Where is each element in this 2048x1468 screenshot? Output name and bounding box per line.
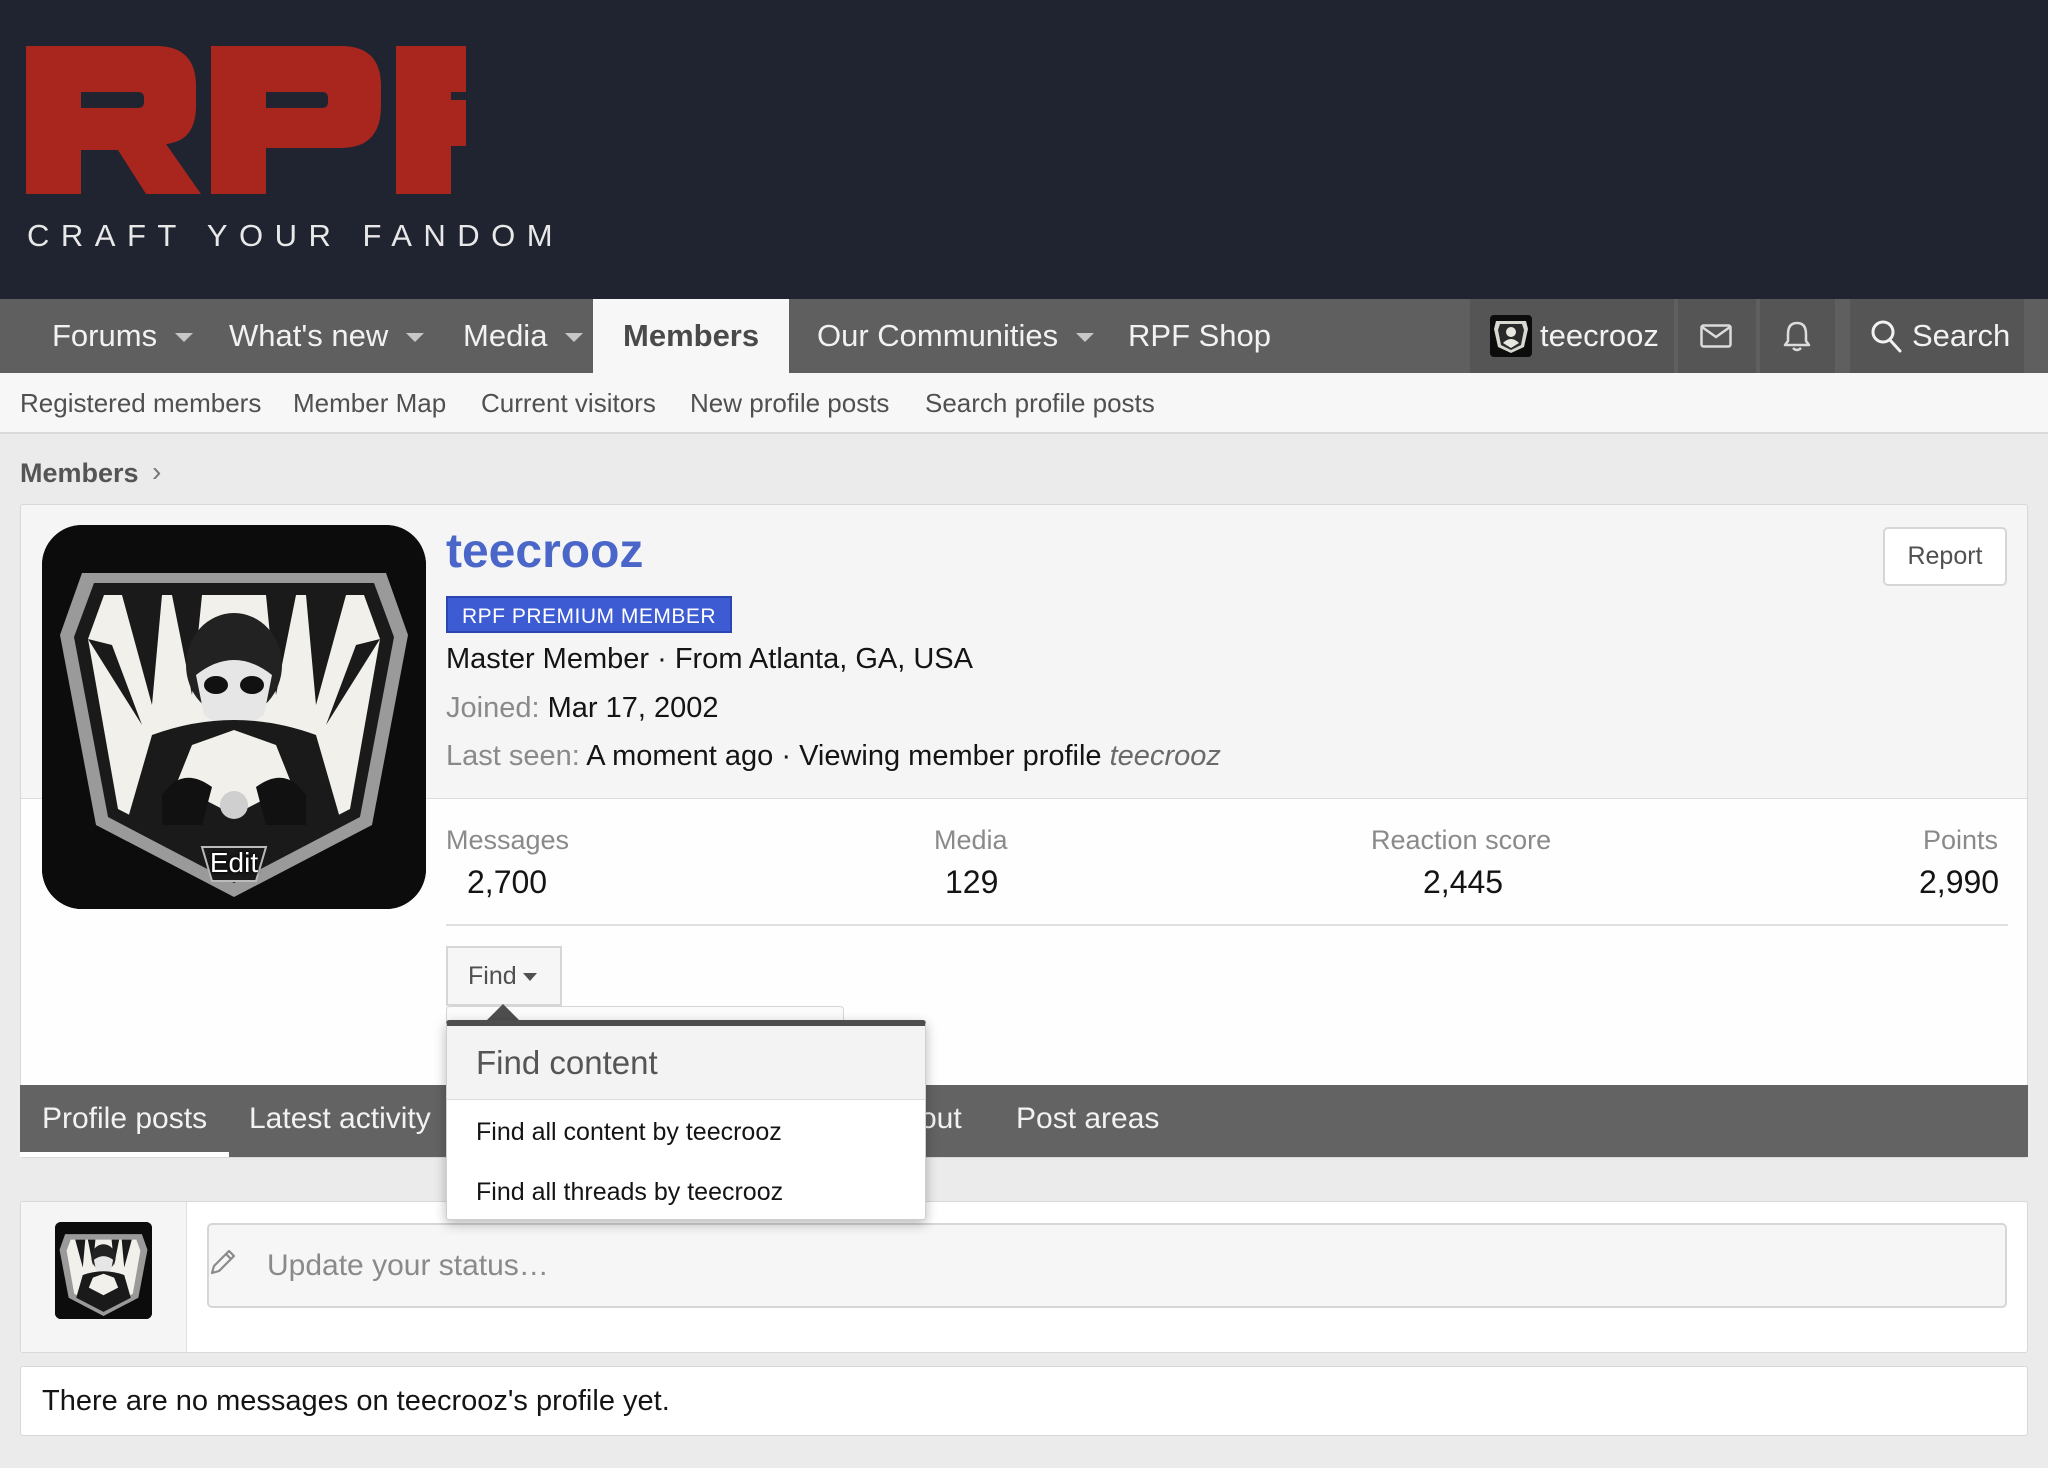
search-label: Search bbox=[1912, 318, 2011, 353]
chevron-down-icon[interactable] bbox=[175, 333, 194, 343]
chevron-down-icon[interactable] bbox=[565, 333, 584, 343]
subnav-new-profile-posts[interactable]: New profile posts bbox=[690, 373, 889, 434]
find-content-menu: Find content Find all content by teecroo… bbox=[446, 1020, 926, 1220]
search-icon bbox=[1871, 320, 1902, 353]
profile-avatar[interactable]: Edit bbox=[42, 525, 426, 909]
status-update-card: Update your status… bbox=[20, 1201, 2028, 1353]
nav-tab-label: Members bbox=[623, 318, 760, 353]
user-avatar-icon bbox=[1490, 315, 1532, 357]
caret-down-icon bbox=[522, 973, 537, 982]
pencil-icon bbox=[210, 1249, 236, 1275]
menu-item-find-all-content[interactable]: Find all content by teecrooz bbox=[476, 1118, 782, 1147]
nav-tab-whats-new[interactable]: What's new bbox=[229, 299, 425, 373]
stat-messages-label: Messages bbox=[446, 825, 570, 855]
avatar-edit-label[interactable]: Edit bbox=[42, 847, 426, 879]
last-seen-label: Last seen: bbox=[446, 740, 580, 772]
dropdown-arrow bbox=[486, 1004, 520, 1021]
joined-line: Joined: Mar 17, 2002 bbox=[446, 692, 718, 725]
find-menu-title: Find content bbox=[447, 1026, 925, 1100]
conversations-button[interactable] bbox=[1678, 299, 1756, 373]
find-button-label: Find bbox=[468, 962, 517, 990]
nav-username: teecrooz bbox=[1540, 318, 1659, 353]
last-seen-line: Last seen: A moment ago · Viewing member… bbox=[446, 740, 1221, 773]
avatar-image bbox=[55, 1222, 152, 1319]
last-seen-target-link[interactable]: teecrooz bbox=[1110, 740, 1221, 772]
status-avatar[interactable] bbox=[55, 1222, 152, 1319]
joined-value: Mar 17, 2002 bbox=[547, 692, 719, 724]
report-button[interactable]: Report bbox=[1883, 527, 2007, 586]
nav-tab-forums[interactable]: Forums bbox=[52, 299, 194, 373]
status-avatar-column bbox=[21, 1202, 187, 1352]
main-nav: Forums What's new Media Members Our Comm… bbox=[0, 299, 2048, 373]
stat-reaction-value: 2,445 bbox=[1423, 864, 1504, 900]
chevron-down-icon[interactable] bbox=[1076, 333, 1095, 343]
nav-tab-rpf-shop[interactable]: RPF Shop bbox=[1128, 299, 1271, 373]
profile-tabs: Profile posts Latest activity out Post a… bbox=[20, 1085, 2028, 1157]
nav-tab-label: RPF Shop bbox=[1128, 318, 1272, 353]
rpf-logo[interactable] bbox=[26, 46, 466, 206]
tab-latest-activity[interactable]: Latest activity bbox=[249, 1085, 431, 1157]
sub-nav: Registered members Member Map Current vi… bbox=[0, 373, 2048, 434]
status-input[interactable]: Update your status… bbox=[207, 1223, 2007, 1308]
nav-tab-label: What's new bbox=[229, 318, 389, 353]
subnav-registered-members[interactable]: Registered members bbox=[20, 373, 261, 434]
logo-tagline: CRAFT YOUR FANDOM bbox=[27, 218, 565, 253]
stat-media-value[interactable]: 129 bbox=[945, 864, 998, 901]
tab-profile-posts[interactable]: Profile posts bbox=[20, 1085, 230, 1157]
search-button[interactable]: Search bbox=[1850, 299, 2024, 373]
last-seen-value: A moment ago · Viewing member profile bbox=[586, 740, 1102, 772]
joined-label: Joined: bbox=[446, 692, 540, 724]
stat-reaction-label: Reaction score bbox=[1371, 825, 1552, 855]
nav-tab-label: Forums bbox=[52, 318, 158, 353]
nav-tab-media[interactable]: Media bbox=[463, 299, 584, 373]
stat-points-label: Points bbox=[1923, 825, 1999, 855]
nav-tab-our-communities[interactable]: Our Communities bbox=[817, 299, 1095, 373]
tab-post-areas[interactable]: Post areas bbox=[1016, 1085, 1159, 1157]
bell-icon bbox=[1783, 321, 1811, 352]
nav-tab-members[interactable]: Members bbox=[593, 299, 790, 373]
stat-points-value[interactable]: 2,990 bbox=[1919, 864, 1999, 901]
menu-item-find-all-threads[interactable]: Find all threads by teecrooz bbox=[476, 1178, 783, 1207]
subnav-member-map[interactable]: Member Map bbox=[293, 373, 446, 434]
chevron-right-icon: › bbox=[152, 456, 162, 487]
alerts-button[interactable] bbox=[1760, 299, 1835, 373]
no-messages-notice: There are no messages on teecrooz's prof… bbox=[20, 1366, 2028, 1436]
subnav-search-profile-posts[interactable]: Search profile posts bbox=[925, 373, 1155, 434]
site-header: CRAFT YOUR FANDOM bbox=[0, 0, 2048, 299]
member-title-location: Master Member · From Atlanta, GA, USA bbox=[446, 643, 973, 675]
profile-username[interactable]: teecrooz bbox=[446, 524, 643, 579]
breadcrumb-members[interactable]: Members bbox=[20, 458, 139, 489]
find-button[interactable]: Find bbox=[446, 946, 562, 1006]
stat-media-label: Media bbox=[934, 825, 1008, 855]
chevron-down-icon[interactable] bbox=[406, 333, 425, 343]
stats-divider bbox=[446, 924, 2008, 926]
nav-tab-label: Our Communities bbox=[817, 318, 1059, 353]
premium-member-banner: RPF PREMIUM MEMBER bbox=[446, 596, 733, 633]
nav-user-account[interactable]: teecrooz bbox=[1470, 299, 1674, 373]
stat-messages-value[interactable]: 2,700 bbox=[467, 864, 547, 901]
nav-tab-label: Media bbox=[463, 318, 548, 353]
tab-about[interactable]: out bbox=[920, 1085, 962, 1157]
subnav-current-visitors[interactable]: Current visitors bbox=[481, 373, 656, 434]
envelope-icon bbox=[1700, 324, 1732, 348]
